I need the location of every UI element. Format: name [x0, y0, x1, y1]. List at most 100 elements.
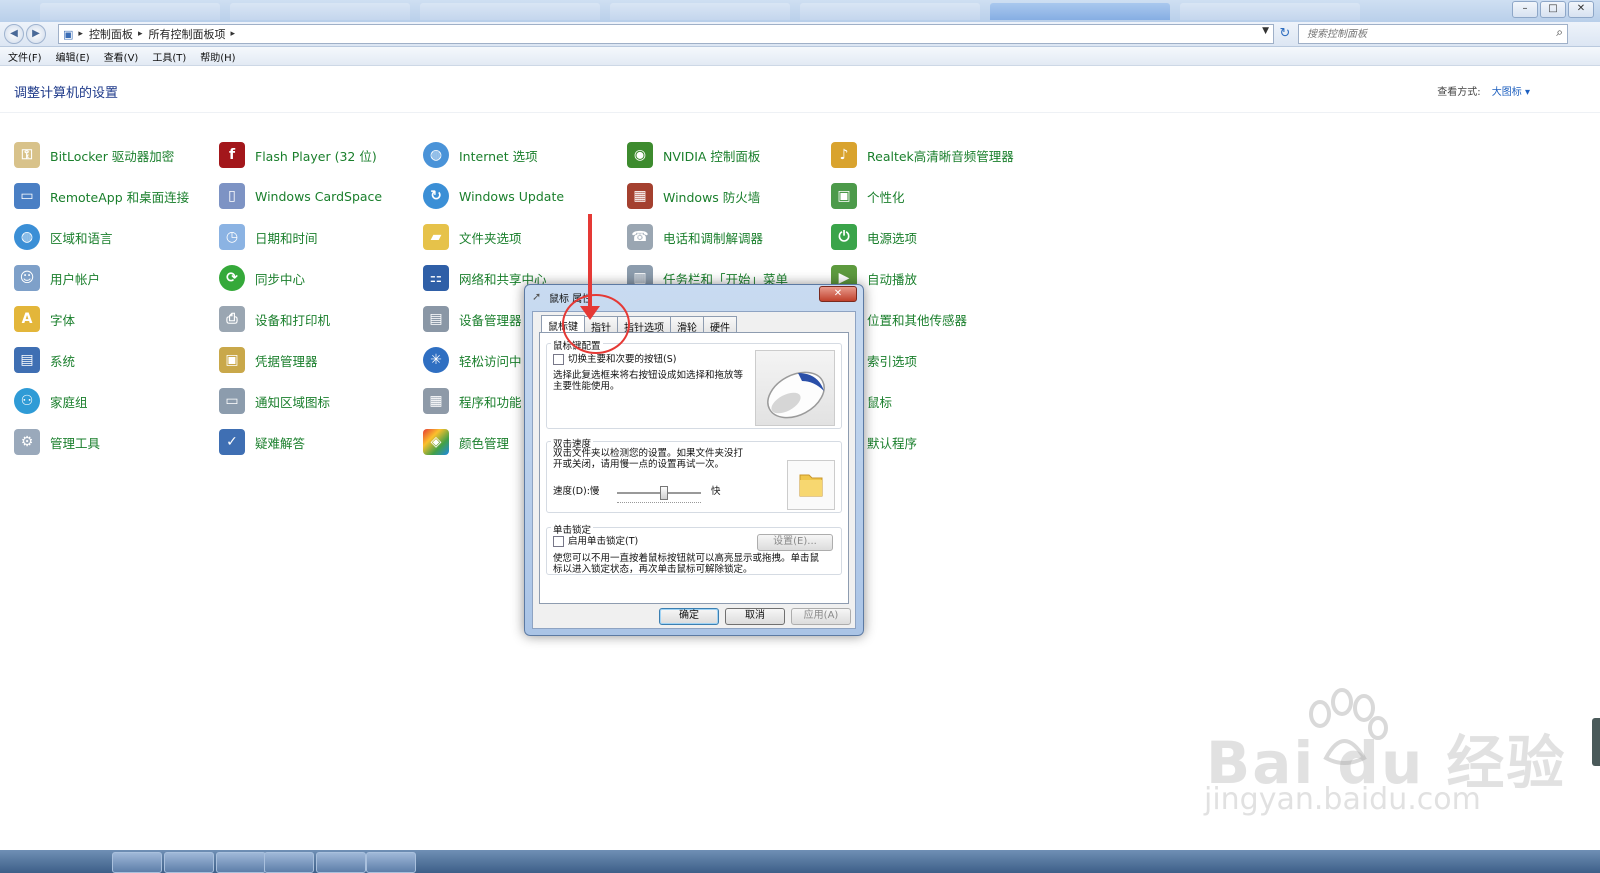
item-region-language[interactable]: ◍ 区域和语言	[14, 222, 214, 252]
taskbar-button[interactable]	[264, 852, 314, 873]
mouse-illustration	[755, 350, 835, 426]
click-lock-option[interactable]: 启用单击锁定(T)	[553, 536, 638, 547]
taskbar-button[interactable]	[216, 852, 266, 873]
window-tab-active[interactable]	[990, 3, 1170, 20]
item-phone-modem[interactable]: ☎ 电话和调制解调器	[627, 222, 827, 252]
menu-file[interactable]: 文件(F)	[8, 49, 42, 64]
group-title: 单击锁定	[551, 522, 594, 536]
item-internet-options[interactable]: ◍ Internet 选项	[423, 140, 623, 170]
back-button[interactable]: ◀	[4, 24, 24, 44]
users-icon: ☺	[14, 265, 40, 291]
admin-tools-icon: ⚙	[14, 429, 40, 455]
item-sync-center[interactable]: ⟳ 同步中心	[219, 263, 419, 293]
breadcrumb-separator: ▸	[78, 29, 83, 39]
checkbox-label: 启用单击锁定(T)	[568, 536, 639, 547]
ok-button[interactable]: 确定	[659, 608, 719, 625]
address-bar: ◀ ▶ ▣ ▸ 控制面板 ▸ 所有控制面板项 ▸ ▼ ↻ ⌕	[0, 22, 1600, 47]
item-user-accounts[interactable]: ☺ 用户帐户	[14, 263, 214, 293]
taskbar-button[interactable]	[164, 852, 214, 873]
vault-icon: ▣	[219, 347, 245, 373]
mouse-pointer-icon: ➚	[532, 290, 542, 303]
breadcrumb-all-items[interactable]: 所有控制面板项	[148, 26, 225, 42]
side-panel-tab[interactable]	[1592, 718, 1600, 766]
calendar-clock-icon: ◷	[219, 224, 245, 250]
item-date-time[interactable]: ◷ 日期和时间	[219, 222, 419, 252]
group-button-config: 鼠标键配置 切换主要和次要的按钮(S) 选择此复选框来将右按钮设成如选择和拖放等…	[546, 338, 842, 429]
color-management-icon: ◈	[423, 429, 449, 455]
speed-slider-thumb[interactable]	[660, 486, 669, 500]
click-lock-settings-button[interactable]: 设置(E)...	[757, 534, 833, 551]
annotation-circle	[562, 294, 630, 354]
phone-icon: ☎	[627, 224, 653, 250]
search-input[interactable]	[1305, 25, 1549, 43]
view-by-dropdown[interactable]: 大图标 ▾	[1492, 87, 1530, 98]
minimize-button[interactable]: –	[1512, 1, 1538, 18]
item-cardspace[interactable]: ▯ Windows CardSpace	[219, 181, 419, 211]
window-tab[interactable]	[800, 3, 980, 20]
menu-view[interactable]: 查看(V)	[104, 49, 139, 64]
item-flash-player[interactable]: f Flash Player (32 位)	[219, 140, 419, 170]
item-remoteapp[interactable]: ▭ RemoteApp 和桌面连接	[14, 181, 214, 211]
window-tab[interactable]	[1180, 3, 1360, 20]
chevron-down-icon[interactable]: ▼	[1262, 26, 1269, 36]
taskbar-button[interactable]	[366, 852, 416, 873]
firewall-icon: ▦	[627, 183, 653, 209]
forward-arrow-icon: ▶	[32, 28, 40, 39]
window-tab[interactable]	[40, 3, 220, 20]
item-realtek-audio[interactable]: ♪ Realtek高清晰音频管理器	[831, 140, 1031, 170]
item-windows-update[interactable]: ↻ Windows Update	[423, 181, 623, 211]
accessibility-icon: ✳	[423, 347, 449, 373]
title-bar: – □ ✕	[0, 0, 1600, 22]
item-notification-icons[interactable]: ▭ 通知区域图标	[219, 386, 419, 416]
taskbar-button[interactable]	[112, 852, 162, 873]
menu-bar: 文件(F) 编辑(E) 查看(V) 工具(T) 帮助(H)	[0, 47, 1600, 66]
item-bitlocker[interactable]: ⚿ BitLocker 驱动器加密	[14, 140, 214, 170]
button-config-description: 选择此复选框来将右按钮设成如选择和拖放等主要性能使用。	[553, 370, 744, 392]
menu-tools[interactable]: 工具(T)	[152, 49, 186, 64]
refresh-icon[interactable]: ↻	[1276, 25, 1294, 42]
taskbar-button[interactable]	[316, 852, 366, 873]
menu-edit[interactable]: 编辑(E)	[56, 49, 90, 64]
switch-buttons-checkbox[interactable]	[553, 354, 564, 365]
maximize-button[interactable]: □	[1540, 1, 1566, 18]
item-credential-manager[interactable]: ▣ 凭据管理器	[219, 345, 419, 375]
window-tab[interactable]	[420, 3, 600, 20]
search-icon[interactable]: ⌕	[1556, 25, 1563, 40]
apply-button[interactable]: 应用(A)	[791, 608, 851, 625]
item-admin-tools[interactable]: ⚙ 管理工具	[14, 427, 214, 457]
troubleshoot-icon: ✓	[219, 429, 245, 455]
window-tab[interactable]	[610, 3, 790, 20]
globe-icon: ◍	[14, 224, 40, 250]
personalize-icon: ▣	[831, 183, 857, 209]
close-button[interactable]: ✕	[1568, 1, 1594, 18]
item-power-options[interactable]: ⏻ 电源选项	[831, 222, 1031, 252]
sync-icon: ⟳	[219, 265, 245, 291]
speed-slider-track[interactable]	[617, 492, 701, 494]
dialog-close-button[interactable]: ✕	[819, 286, 857, 302]
item-homegroup[interactable]: ⚇ 家庭组	[14, 386, 214, 416]
remote-desktop-icon: ▭	[14, 183, 40, 209]
item-nvidia[interactable]: ◉ NVIDIA 控制面板	[627, 140, 827, 170]
item-personalization[interactable]: ▣ 个性化	[831, 181, 1031, 211]
test-folder[interactable]	[787, 460, 835, 510]
item-devices-printers[interactable]: ⎙ 设备和打印机	[219, 304, 419, 334]
breadcrumb-control-panel[interactable]: 控制面板	[89, 26, 133, 42]
click-lock-checkbox[interactable]	[553, 536, 564, 547]
address-field[interactable]: ▣ ▸ 控制面板 ▸ 所有控制面板项 ▸ ▼	[58, 24, 1274, 44]
item-folder-options[interactable]: ▰ 文件夹选项	[423, 222, 623, 252]
forward-button[interactable]: ▶	[26, 24, 46, 44]
speed-slow-label: 速度(D):慢	[553, 486, 600, 497]
breadcrumb-separator: ▸	[137, 29, 143, 39]
group-double-click: 双击速度 双击文件夹以检测您的设置。如果文件夹没打开或关闭，请用慢一点的设置再试…	[546, 436, 842, 513]
window-tab[interactable]	[230, 3, 410, 20]
cancel-button[interactable]: 取消	[725, 608, 785, 625]
item-firewall[interactable]: ▦ Windows 防火墙	[627, 181, 827, 211]
update-icon: ↻	[423, 183, 449, 209]
device-manager-icon: ▤	[423, 306, 449, 332]
item-fonts[interactable]: A 字体	[14, 304, 214, 334]
item-troubleshooting[interactable]: ✓ 疑难解答	[219, 427, 419, 457]
view-by-label: 查看方式:	[1437, 87, 1481, 98]
menu-help[interactable]: 帮助(H)	[200, 49, 235, 64]
switch-buttons-option[interactable]: 切换主要和次要的按钮(S)	[553, 354, 676, 365]
item-system[interactable]: ▤ 系统	[14, 345, 214, 375]
